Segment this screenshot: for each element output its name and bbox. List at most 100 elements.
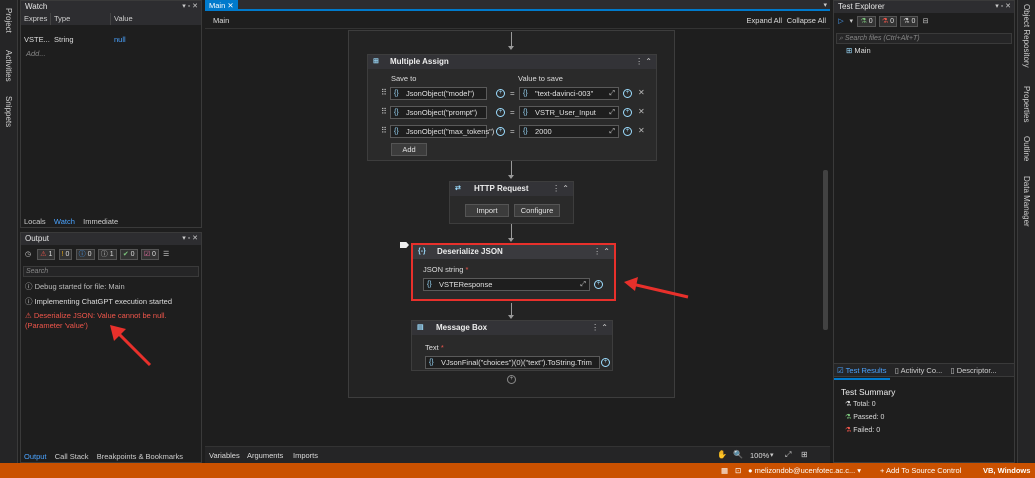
assign-value-field[interactable]: {} "text-davinci-003" ⤢: [519, 87, 619, 100]
col-expression[interactable]: Expres: [21, 13, 51, 25]
http-request-header[interactable]: ⇄ HTTP Request ⋮ ⌃: [450, 182, 573, 196]
vertical-scrollbar[interactable]: [823, 170, 828, 330]
overview-icon[interactable]: ⊞: [801, 450, 808, 459]
zoom-dropdown-icon[interactable]: ▾: [770, 451, 774, 459]
tab-breakpoints[interactable]: Breakpoints & Bookmarks: [94, 452, 186, 461]
expand-all-link[interactable]: Expand All: [747, 16, 782, 25]
collapse-icon[interactable]: ⊟: [922, 18, 930, 26]
message-text-field[interactable]: {} VJsonFinal("choices")(0)("text").ToStr…: [425, 356, 600, 369]
clock-icon[interactable]: ◷: [24, 251, 32, 259]
activity-tools[interactable]: ⋮ ⌃: [593, 245, 610, 259]
plus-icon[interactable]: +: [496, 89, 505, 98]
object-repository-tab[interactable]: Object Repository: [1022, 4, 1031, 68]
assign-to-field[interactable]: {} JsonObject("max_tokens"): [390, 125, 494, 138]
plus-icon[interactable]: +: [496, 127, 505, 136]
filter-list-icon[interactable]: ☰: [162, 251, 170, 259]
error-filter[interactable]: ⚠ 1: [37, 249, 56, 260]
language-mode[interactable]: VB, Windows: [983, 463, 1030, 478]
pan-icon[interactable]: ✋: [717, 450, 727, 459]
breadcrumb[interactable]: Main: [213, 16, 229, 25]
tab-output[interactable]: Output: [21, 452, 50, 461]
snippets-tab[interactable]: Snippets: [4, 96, 13, 127]
plus-icon[interactable]: +: [601, 358, 610, 367]
user-account[interactable]: ● melizondob@ucenfotec.ac.c... ▾: [748, 463, 861, 478]
close-icon[interactable]: ✕: [227, 1, 233, 10]
test-tree-item[interactable]: ⊞ Main: [834, 46, 1014, 55]
tab-immediate[interactable]: Immediate: [80, 217, 121, 226]
notrun-filter[interactable]: ⚗ 0: [900, 16, 919, 27]
drag-handle-icon[interactable]: ⠿: [381, 107, 387, 116]
expand-icon[interactable]: ⤢: [609, 126, 615, 137]
drag-handle-icon[interactable]: ⠿: [381, 88, 387, 97]
col-value[interactable]: Value: [111, 13, 133, 25]
failed-filter[interactable]: ⚗ 0: [878, 16, 897, 27]
output-search[interactable]: Search: [23, 266, 199, 277]
plus-icon[interactable]: +: [496, 108, 505, 117]
message-box-header[interactable]: ▤ Message Box ⋮ ⌃: [412, 321, 612, 335]
multiple-assign-activity[interactable]: ⊞ Multiple Assign ⋮ ⌃ Save to Value to s…: [367, 54, 657, 161]
json-string-field[interactable]: {} VSTEResponse ⤢: [423, 278, 590, 291]
expand-icon[interactable]: ⤢: [580, 279, 586, 290]
outline-tab[interactable]: Outline: [1022, 136, 1031, 161]
trace-filter[interactable]: ⓘ 1: [97, 249, 117, 260]
delete-row-icon[interactable]: ✕: [638, 126, 645, 135]
zoom-icon[interactable]: 🔍: [733, 450, 743, 459]
run-icon[interactable]: ▷: [837, 18, 845, 26]
add-assignment-button[interactable]: Add: [391, 143, 427, 156]
data-manager-tab[interactable]: Data Manager: [1022, 176, 1031, 227]
assign-to-field[interactable]: {} JsonObject("prompt"): [390, 106, 487, 119]
project-tab[interactable]: Project: [4, 8, 13, 33]
activity-tools[interactable]: ⋮ ⌃: [552, 182, 569, 196]
verbose-filter[interactable]: ✔ 0: [119, 249, 138, 260]
notifications-icon[interactable]: ▦: [721, 463, 728, 478]
plus-icon[interactable]: +: [594, 280, 603, 289]
doc-tab-main[interactable]: Main ✕: [205, 0, 238, 11]
run-dropdown-icon[interactable]: ▾: [847, 18, 855, 26]
add-activity-icon[interactable]: +: [507, 375, 516, 384]
delete-row-icon[interactable]: ✕: [638, 88, 645, 97]
tab-activity-coverage[interactable]: ▯ Activity Co...: [892, 364, 946, 378]
delete-row-icon[interactable]: ✕: [638, 107, 645, 116]
plus-icon[interactable]: +: [623, 89, 632, 98]
warning-filter[interactable]: ! 0: [58, 249, 73, 260]
other-filter[interactable]: ☑ 0: [140, 249, 159, 260]
zoom-level[interactable]: 100%: [750, 451, 769, 460]
deserialize-json-header[interactable]: {-} Deserialize JSON ⋮ ⌃: [413, 245, 614, 259]
configure-button[interactable]: Configure: [514, 204, 560, 217]
activities-tab[interactable]: Activities: [4, 50, 13, 82]
tab-descriptor[interactable]: ▯ Descriptor...: [948, 364, 1000, 378]
expand-icon[interactable]: ⤢: [609, 88, 615, 99]
http-request-activity[interactable]: ⇄ HTTP Request ⋮ ⌃ Import Configure: [449, 181, 574, 224]
tab-locals[interactable]: Locals: [21, 217, 49, 226]
info-filter[interactable]: ⓘ 0: [75, 249, 95, 260]
import-button[interactable]: Import: [465, 204, 509, 217]
tab-variables[interactable]: Variables: [209, 451, 240, 460]
drag-handle-icon[interactable]: ⠿: [381, 126, 387, 135]
activity-tools[interactable]: ⋮ ⌃: [591, 321, 608, 335]
tab-watch[interactable]: Watch: [51, 217, 78, 226]
tab-call-stack[interactable]: Call Stack: [52, 452, 92, 461]
assign-to-field[interactable]: {} JsonObject("model"): [390, 87, 487, 100]
assign-value-field[interactable]: {} 2000 ⤢: [519, 125, 619, 138]
col-type[interactable]: Type: [51, 13, 111, 25]
tab-dropdown-icon[interactable]: ▾: [823, 0, 827, 11]
output-panel-tools[interactable]: ▾ ▫ ✕: [182, 234, 198, 242]
tab-arguments[interactable]: Arguments: [247, 451, 283, 460]
deserialize-json-activity[interactable]: {-} Deserialize JSON ⋮ ⌃ JSON string * {…: [411, 243, 616, 301]
activity-tools[interactable]: ⋮ ⌃: [635, 55, 652, 69]
watch-panel-tools[interactable]: ▾ ▫ ✕: [182, 2, 198, 10]
multiple-assign-header[interactable]: ⊞ Multiple Assign ⋮ ⌃: [368, 55, 656, 69]
expand-icon[interactable]: ⤢: [609, 107, 615, 118]
test-search[interactable]: ⌕ Search files (Ctrl+Alt+T): [836, 33, 1012, 44]
test-explorer-tools[interactable]: ▾ ▫ ✕: [995, 2, 1011, 10]
tab-test-results[interactable]: ☑ Test Results: [834, 364, 890, 380]
user-icon[interactable]: ⊡: [735, 463, 741, 478]
fit-screen-icon[interactable]: ⤢: [785, 450, 791, 460]
tab-imports[interactable]: Imports: [293, 451, 318, 460]
plus-icon[interactable]: +: [623, 127, 632, 136]
collapse-all-link[interactable]: Collapse All: [787, 16, 826, 25]
watch-add-placeholder[interactable]: Add...: [21, 49, 201, 58]
assign-value-field[interactable]: {} VSTR_User_Input ⤢: [519, 106, 619, 119]
message-box-activity[interactable]: ▤ Message Box ⋮ ⌃ Text * {} VJsonFinal("c…: [411, 320, 613, 371]
watch-row[interactable]: VSTE... String null: [21, 33, 201, 46]
